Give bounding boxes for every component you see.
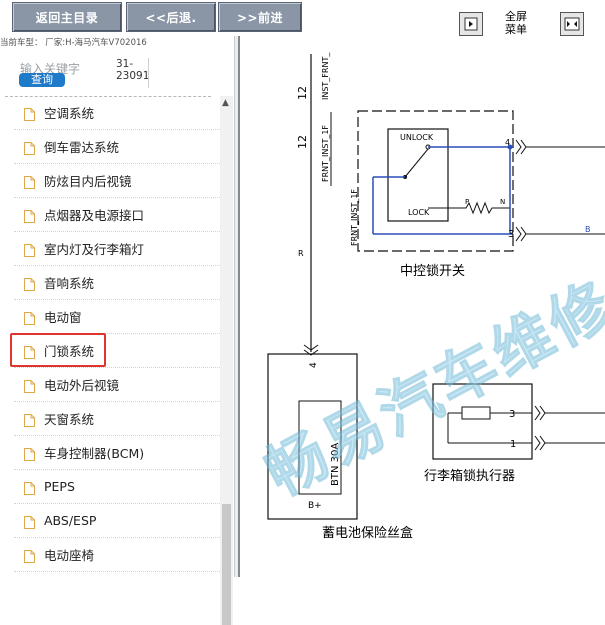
sidebar-menu-item-label: 点烟器及电源接口 [44, 208, 145, 223]
central-lock-switch-frame [357, 110, 514, 252]
sidebar-menu-item-label: ABS/ESP [44, 513, 97, 528]
sidebar-menu-item[interactable]: 空调系统 [14, 96, 220, 130]
doc-code-line-1: 31- [116, 58, 134, 70]
sidebar-menu-item[interactable]: 天窗系统 [14, 402, 220, 436]
menu-label: 菜单 [505, 23, 527, 36]
connector [534, 405, 546, 421]
sidebar-menu-item[interactable]: 点烟器及电源接口 [14, 198, 220, 232]
document-icon [24, 548, 35, 563]
document-code: 31- 23091 [116, 58, 149, 82]
fullscreen-menu-label[interactable]: 全屏 菜单 [505, 10, 527, 36]
document-icon [24, 378, 35, 393]
document-icon [24, 106, 35, 121]
doc-code-line-2: 23091 [116, 70, 150, 82]
back-button[interactable]: <<后退. [126, 2, 216, 32]
top-toolbar: 返回主目录 <<后退. >>前进 全屏 菜单 [0, 0, 605, 36]
sidebar-menu-item-label: 空调系统 [44, 106, 95, 121]
wire-label-inst: INST_FRNT_ [321, 52, 330, 100]
sidebar-menu-item-label: PEPS [44, 479, 75, 494]
connector [534, 435, 546, 451]
sidebar-menu-item[interactable]: 电动座椅 [14, 538, 220, 572]
b-plus-label: B+ [308, 501, 322, 511]
wire-label-frnt-inst: FRNT_INST_1F [321, 125, 330, 182]
resistor-n-label: N [500, 198, 505, 206]
document-icon [24, 174, 35, 189]
scroll-up-arrow-icon[interactable]: ▲ [222, 98, 229, 108]
wire-label-12: 12 [296, 135, 309, 149]
sidebar-menu-item[interactable]: 室内灯及行李箱灯 [14, 232, 220, 266]
back-to-main-menu-button[interactable]: 返回主目录 [12, 2, 122, 32]
sidebar-menu-item-label: 防炫目内后视镜 [44, 174, 132, 189]
sidebar-menu-item[interactable]: ABS/ESP [14, 504, 220, 538]
sidebar-menu-item-label: 车身控制器(BCM) [44, 446, 145, 461]
sidebar-menu-item[interactable]: 电动外后视镜 [14, 368, 220, 402]
sidebar-menu-item[interactable]: 电动窗 [14, 300, 220, 334]
sidebar-menu-item-label: 电动外后视镜 [44, 378, 120, 393]
sidebar: 输入关键字 查询 31- 23091 空调系统 倒车雷达系统 防炫目内后视镜 点烟器及… [0, 48, 234, 625]
wire-label-12-top: 12 [296, 86, 309, 100]
document-icon [24, 276, 35, 291]
trunk-pin-1: 1 [510, 439, 516, 450]
current-car-model: 当前车型： 厂家:H-海马汽车V702016 [0, 38, 147, 48]
sidebar-menu-item[interactable]: 音响系统 [14, 266, 220, 300]
divider [148, 58, 149, 88]
sidebar-menu-item[interactable]: 车身控制器(BCM) [14, 436, 220, 470]
wire-color-b: B [585, 225, 591, 234]
connector [515, 226, 527, 242]
unlock-label: UNLOCK [400, 133, 434, 142]
document-icon [24, 140, 35, 155]
trunk-pin-3: 3 [509, 409, 515, 420]
document-icon [24, 480, 35, 495]
sidebar-menu-item-label: 倒车雷达系统 [44, 140, 120, 155]
trunk-lock-actuator-label: 行李箱锁执行器 [424, 468, 515, 484]
sidebar-menu-item-label: 室内灯及行李箱灯 [44, 242, 145, 257]
wire-color-r: R [298, 249, 304, 258]
pin-3-label: 3 [508, 229, 514, 240]
sidebar-menu-item-label: 音响系统 [44, 276, 95, 291]
fuse-pin-4: 4 [309, 362, 319, 368]
sidebar-menu-item[interactable]: PEPS [14, 470, 220, 504]
forward-button[interactable]: >>前进 [218, 2, 302, 32]
central-lock-switch-label: 中控锁开关 [400, 263, 465, 279]
pin-4-label: 4 [505, 138, 510, 147]
collapse-left-icon[interactable] [459, 12, 483, 36]
sidebar-menu-item-label: 电动窗 [44, 310, 82, 325]
connector [515, 139, 527, 155]
scrollbar-thumb[interactable] [222, 504, 231, 625]
battery-fuse-box-label: 蓄电池保险丝盒 [322, 525, 413, 541]
document-icon [24, 446, 35, 461]
lock-label: LOCK [408, 208, 430, 217]
resistor-p-label: P [465, 198, 469, 206]
fullscreen-label: 全屏 [505, 10, 527, 23]
wiring-diagram: 12 12 INST_FRNT_ FRNT_INST_1F FRNT_INST_… [238, 36, 605, 577]
sidebar-menu-item[interactable]: 防炫目内后视镜 [14, 164, 220, 198]
search-button[interactable]: 查询 [19, 73, 65, 87]
fullscreen-toggle-icon[interactable] [560, 12, 584, 36]
switch-arm [404, 148, 429, 178]
sidebar-menu-item[interactable]: 倒车雷达系统 [14, 130, 220, 164]
document-icon [24, 208, 35, 223]
sidebar-menu-item-label: 电动座椅 [44, 548, 95, 563]
sidebar-scrollbar[interactable]: ▲ [220, 96, 233, 625]
document-icon [24, 310, 35, 325]
sidebar-menu-item-label: 天窗系统 [44, 412, 95, 427]
document-icon [24, 514, 35, 529]
document-icon [24, 412, 35, 427]
document-icon [24, 242, 35, 257]
selected-item-highlight [10, 333, 106, 367]
